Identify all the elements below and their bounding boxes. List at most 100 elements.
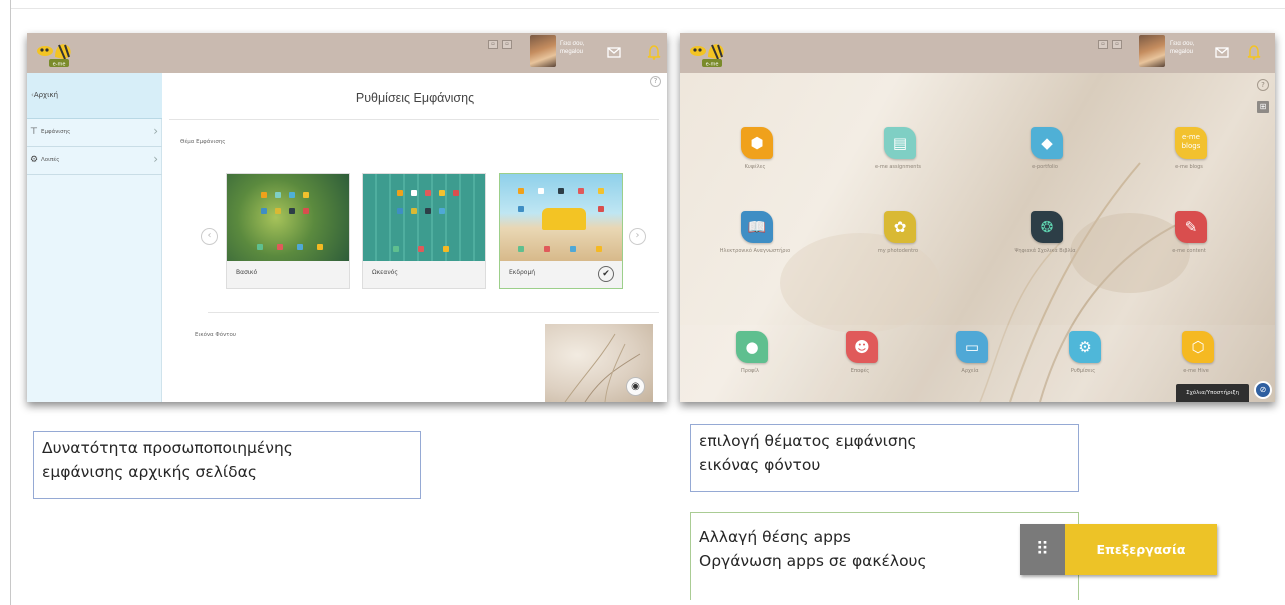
preview-tile (289, 192, 295, 198)
divider (169, 119, 659, 120)
sidebar-item-label: Λοιπές (41, 157, 60, 163)
small-window-button[interactable]: ▫ (488, 40, 498, 49)
theme-name: Ωκεανός (372, 269, 398, 276)
app-content[interactable]: ✎ e-me content (1142, 211, 1236, 281)
app-name: e-me blogs (1175, 164, 1203, 170)
sidebar-item-other[interactable]: ⚙ Λοιπές › (27, 147, 162, 175)
people-icon: ☻ (846, 331, 878, 363)
large-window-button[interactable]: ▫ (1112, 40, 1122, 49)
honeycomb-icon: ⬡ (1182, 331, 1214, 363)
app-profile[interactable]: ● Προφίλ (703, 331, 797, 401)
preview-tile (596, 246, 602, 252)
e-me-logo-icon: e-me (37, 44, 71, 68)
grid-menu-icon[interactable]: ⊞ (1257, 101, 1269, 113)
app-name: e-portfolio (1032, 164, 1058, 170)
app-hives[interactable]: ⬢ Κυψέλες (708, 127, 802, 197)
app-reading-room[interactable]: 📖 Ηλεκτρονικό Αναγνωστήριο (708, 211, 802, 281)
preview-tile (397, 208, 403, 214)
photodentro-icon: ✿ (884, 211, 916, 243)
edit-button-label: Επεξεργασία (1065, 524, 1217, 575)
preview-tile (411, 208, 417, 214)
preview-tile (443, 246, 449, 252)
appearance-settings-window: e-me ▫ ▫ Γεια σου, megalou ‹Αρχική ⊤ Εμφ… (27, 33, 667, 402)
app-name: Κυψέλες (744, 164, 766, 170)
bell-icon[interactable] (645, 43, 663, 61)
e-me-logo-icon: e-me (690, 44, 724, 68)
chevron-right-icon: › (153, 124, 158, 138)
gear-icon: ⚙ (30, 155, 39, 165)
background-thumbnail[interactable]: ◉ (545, 324, 653, 402)
preview-tile (518, 246, 524, 252)
avatar[interactable] (1139, 35, 1165, 67)
theme-next-button[interactable]: › (629, 228, 646, 245)
preview-tile (425, 208, 431, 214)
clipboard-icon: ▤ (884, 127, 916, 159)
grid-icon: ⠿ (1020, 524, 1065, 575)
chevron-right-icon: › (153, 152, 158, 166)
theme-prev-button[interactable]: ‹ (201, 228, 218, 245)
app-photodentro[interactable]: ✿ my photodentro (851, 211, 945, 281)
edit-button[interactable]: ⠿ Επεξεργασία (1020, 524, 1217, 575)
app-name: Προφίλ (741, 368, 759, 374)
preview-tile (518, 206, 524, 212)
eye-slash-icon[interactable]: ⊘ (1254, 381, 1272, 399)
book-icon: 📖 (741, 211, 773, 243)
logo-text: e-me (53, 62, 66, 68)
diamond-icon: ◆ (1031, 127, 1063, 159)
preview-tile (257, 244, 263, 250)
mail-icon[interactable] (605, 43, 623, 61)
mail-icon[interactable] (1213, 43, 1231, 61)
dsb-icon: ❂ (1031, 211, 1063, 243)
preview-tile (411, 190, 417, 196)
bell-icon[interactable] (1245, 43, 1263, 61)
help-icon[interactable]: ? (1257, 79, 1269, 91)
preview-tile (297, 244, 303, 250)
app-name: e-me Hive (1183, 368, 1209, 374)
app-contacts[interactable]: ☻ Επαφές (813, 331, 907, 401)
camera-icon[interactable]: ◉ (626, 377, 645, 396)
preview-tile (277, 244, 283, 250)
preview-tile (578, 188, 584, 194)
sidebar-item-appearance[interactable]: ⊤ Εμφάνισης › (27, 119, 162, 147)
caption-theme: επιλογή θέματος εμφάνισης εικόνας φόντου (690, 424, 1079, 492)
background-section-label: Εικόνα Φόντου (195, 332, 237, 338)
preview-tile (439, 190, 445, 196)
preview-tile (453, 190, 459, 196)
large-window-button[interactable]: ▫ (502, 40, 512, 49)
app-settings[interactable]: ⚙ Ρυθμίσεις (1036, 331, 1130, 401)
back-label: ‹Αρχική (31, 91, 58, 99)
blog-icon: e-me blogs (1175, 127, 1207, 159)
preview-tile (303, 208, 309, 214)
preview-tile (418, 246, 424, 252)
caption-line: επιλογή θέματος εμφάνισης (699, 432, 917, 450)
user-greeting: Γεια σου, megalou (560, 41, 585, 55)
app-name: Ρυθμίσεις (1070, 368, 1096, 374)
app-name: Ηλεκτρονικό Αναγνωστήριο (719, 248, 791, 254)
feedback-support-button[interactable]: Σχόλια/Υποστήριξη (1176, 384, 1249, 402)
app-name: Ψηφιακά Σχολικά Βιβλία (1014, 248, 1076, 254)
app-digital-schoolbooks[interactable]: ❂ Ψηφιακά Σχολικά Βιβλία (998, 211, 1092, 281)
settings-sidebar: ‹Αρχική ⊤ Εμφάνισης › ⚙ Λοιπές › (27, 73, 162, 402)
app-name: e-me content (1172, 248, 1206, 254)
preview-tile (397, 190, 403, 196)
preview-tile (425, 190, 431, 196)
check-icon: ✔ (598, 266, 614, 282)
back-to-home-button[interactable]: ‹Αρχική (27, 73, 162, 119)
theme-card-excursion[interactable]: Εκδρομή ✔ (499, 173, 623, 289)
app-portfolio[interactable]: ◆ e-portfolio (998, 127, 1092, 197)
app-blogs[interactable]: e-me blogs e-me blogs (1142, 127, 1236, 197)
preview-tile (544, 246, 550, 252)
theme-card-basic[interactable]: Βασικό (226, 173, 350, 289)
preview-tile (598, 206, 604, 212)
logo-text: e-me (706, 62, 719, 68)
app-files[interactable]: ▭ Αρχεία (923, 331, 1017, 401)
slide-left-rule (10, 0, 11, 605)
help-icon[interactable]: ? (650, 76, 661, 87)
avatar[interactable] (530, 35, 556, 67)
preview-tile (261, 208, 267, 214)
back-label-text: Αρχική (33, 91, 59, 99)
app-assignments[interactable]: ▤ e-me assignments (851, 127, 945, 197)
theme-card-ocean[interactable]: Ωκεανός (362, 173, 486, 289)
caption-customization: Δυνατότητα προσωποποιημένης εμφάνισης αρ… (33, 431, 421, 499)
small-window-button[interactable]: ▫ (1098, 40, 1108, 49)
